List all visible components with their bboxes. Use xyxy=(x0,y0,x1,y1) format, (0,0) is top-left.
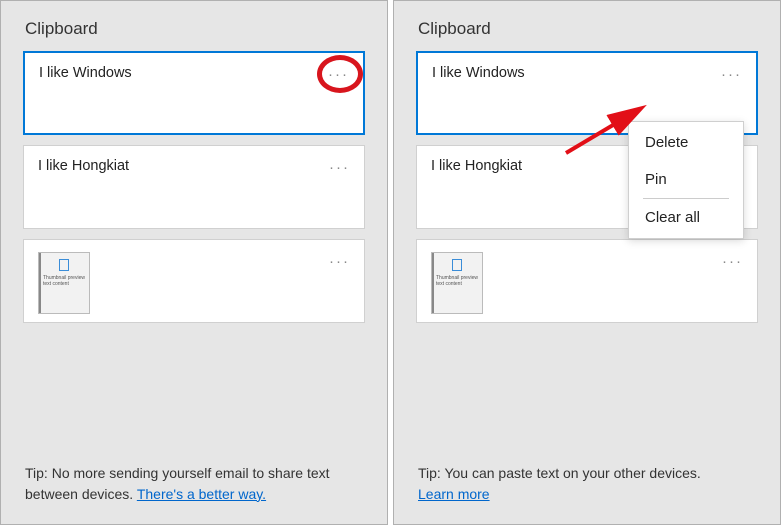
more-icon[interactable]: ··· xyxy=(329,254,350,269)
more-icon[interactable]: ··· xyxy=(328,67,349,82)
clipboard-item[interactable]: Thumbnail preview text content ··· xyxy=(416,239,758,323)
menu-pin[interactable]: Pin xyxy=(629,161,743,198)
clipboard-item[interactable]: Thumbnail preview text content ··· xyxy=(23,239,365,323)
menu-clear-all[interactable]: Clear all xyxy=(629,199,743,236)
tip-link[interactable]: There's a better way. xyxy=(137,486,266,502)
clipboard-panel-left: Clipboard I like Windows ··· I like Hong… xyxy=(0,0,388,525)
clipboard-item-text: I like Hongkiat xyxy=(38,158,129,174)
clipboard-items: I like Windows ··· I like Hongkiat ··· T… xyxy=(416,51,758,459)
clipboard-item[interactable]: I like Hongkiat ··· xyxy=(23,145,365,229)
clipboard-item-text: I like Windows xyxy=(39,65,132,81)
more-icon[interactable]: ··· xyxy=(721,67,742,82)
clipboard-item[interactable]: I like Windows ··· xyxy=(23,51,365,135)
clipboard-panel-right: Clipboard I like Windows ··· I like Hong… xyxy=(393,0,781,525)
menu-delete[interactable]: Delete xyxy=(629,124,743,161)
tip-text: Tip: You can paste text on your other de… xyxy=(416,459,758,512)
clipboard-item-text: I like Windows xyxy=(432,65,525,81)
clipboard-image-thumb: Thumbnail preview text content xyxy=(431,252,483,314)
tip-prefix: Tip: You can paste text on your other de… xyxy=(418,465,701,481)
more-icon[interactable]: ··· xyxy=(722,254,743,269)
more-icon[interactable]: ··· xyxy=(329,160,350,175)
tip-link[interactable]: Learn more xyxy=(418,486,490,502)
context-menu: Delete Pin Clear all xyxy=(628,121,744,239)
panel-title: Clipboard xyxy=(416,19,758,39)
tip-text: Tip: No more sending yourself email to s… xyxy=(23,459,365,512)
clipboard-image-thumb: Thumbnail preview text content xyxy=(38,252,90,314)
panel-title: Clipboard xyxy=(23,19,365,39)
clipboard-items: I like Windows ··· I like Hongkiat ··· T… xyxy=(23,51,365,459)
clipboard-item-text: I like Hongkiat xyxy=(431,158,522,174)
